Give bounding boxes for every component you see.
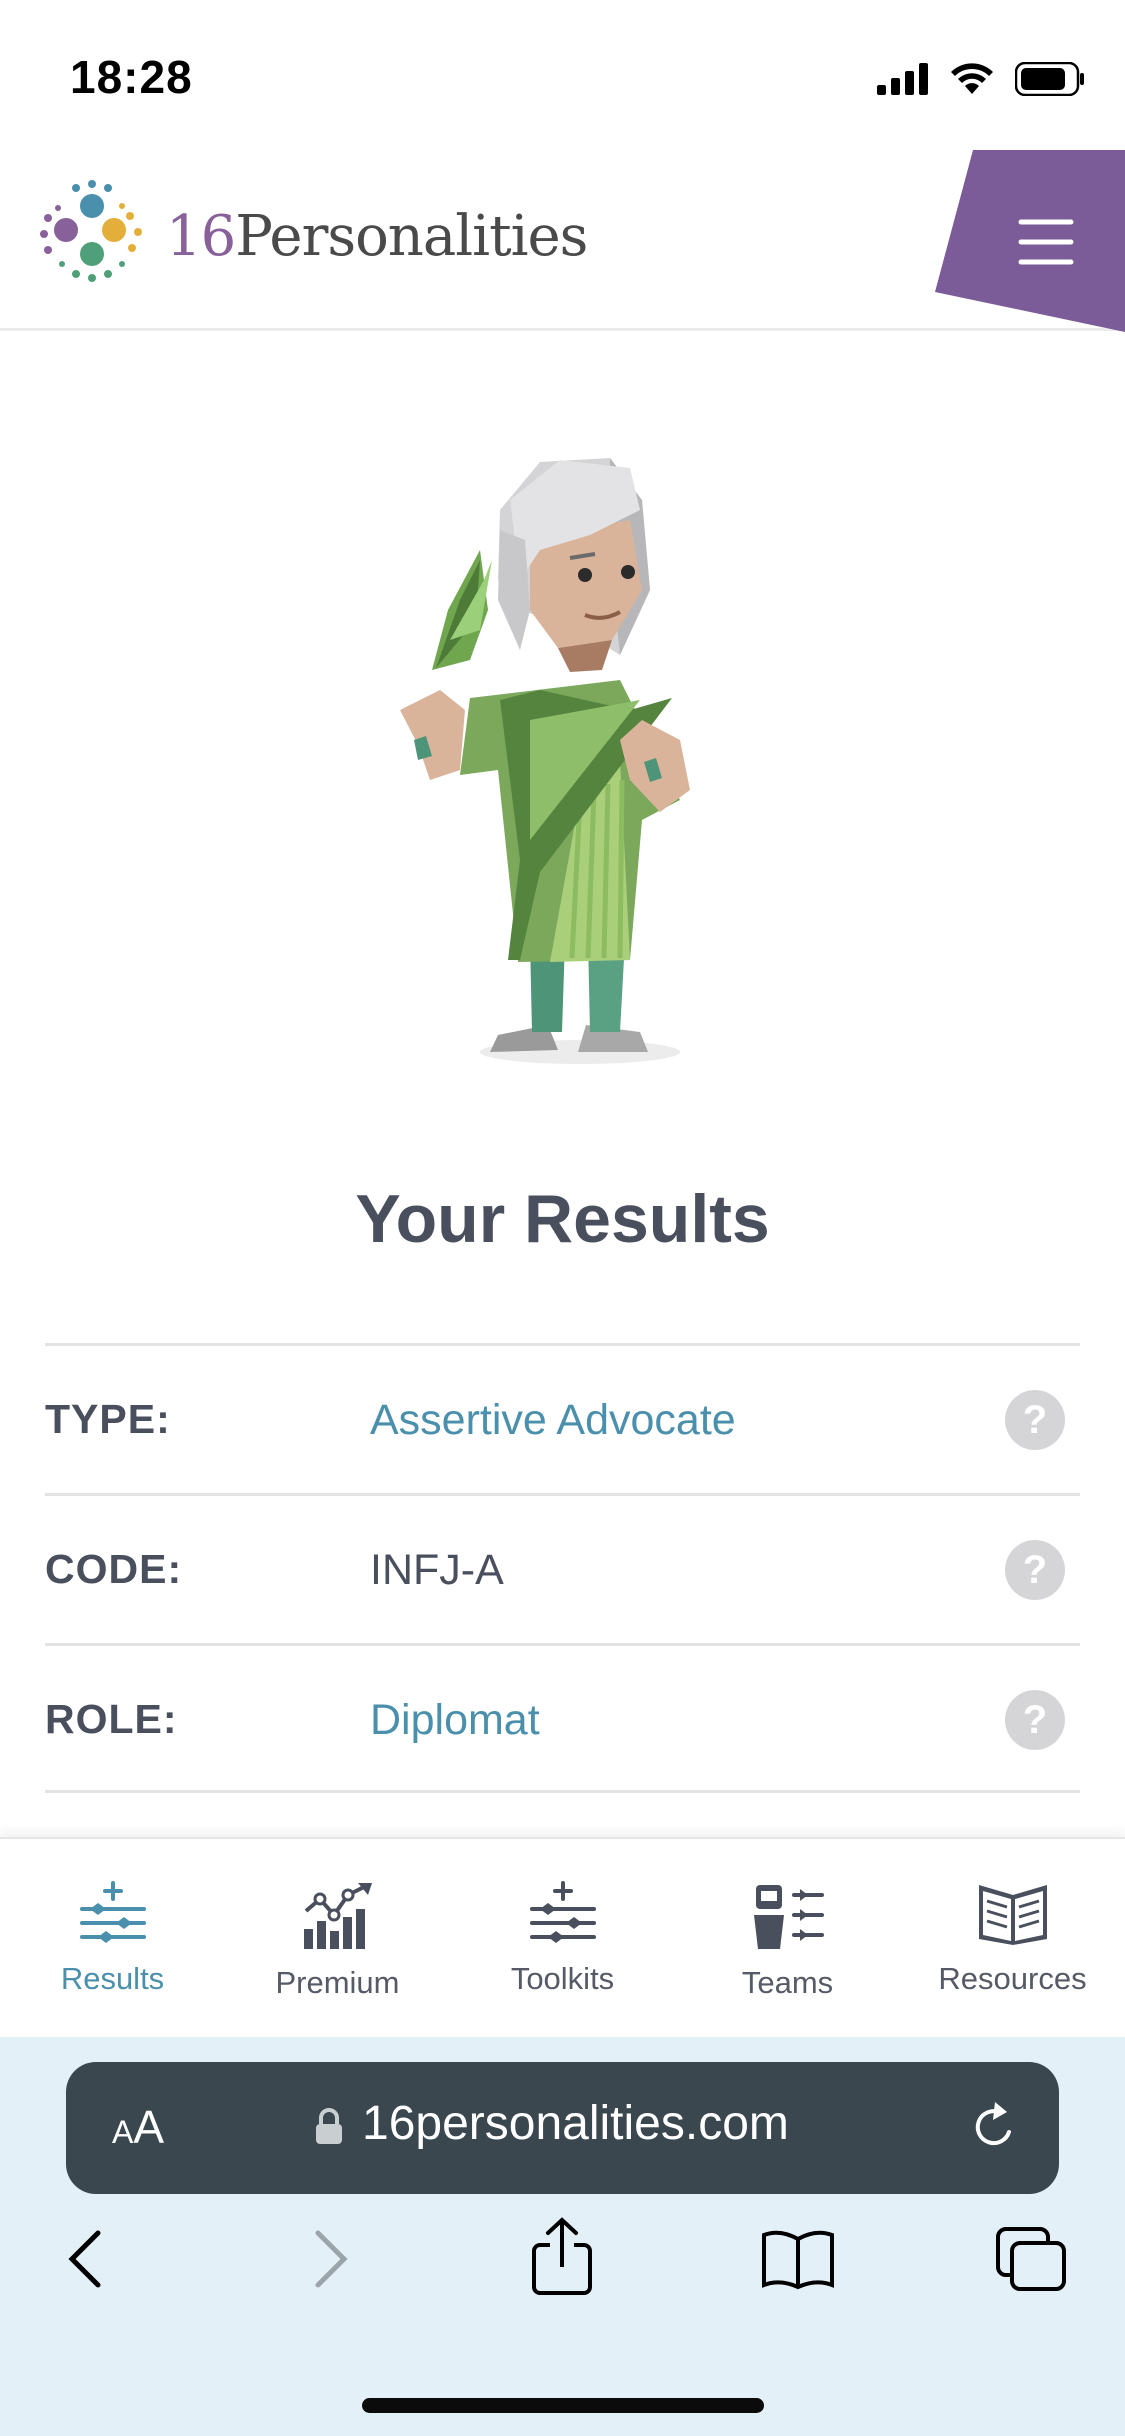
back-icon[interactable] xyxy=(64,2227,108,2291)
advocate-character-illustration xyxy=(400,458,690,1064)
results-table: TYPE: Assertive Advocate ? CODE: INFJ-A … xyxy=(45,1343,1080,1793)
status-bar: 18:28 xyxy=(0,0,1125,150)
sliders-plus-icon xyxy=(79,1881,146,1943)
menu-button[interactable] xyxy=(935,150,1125,332)
help-icon[interactable]: ? xyxy=(1005,1390,1065,1450)
site-header: 16Personalities xyxy=(0,150,1125,332)
wifi-icon xyxy=(951,63,993,94)
chart-icon xyxy=(303,1883,372,1949)
nav-toolkits[interactable]: Toolkits xyxy=(450,1839,675,2039)
page-title: Your Results xyxy=(355,1181,770,1257)
nav-results[interactable]: Results xyxy=(0,1839,225,2039)
nav-teams-label: Teams xyxy=(741,1965,834,2000)
type-label: TYPE: xyxy=(45,1396,171,1442)
forward-icon[interactable] xyxy=(308,2227,352,2291)
nav-premium-label: Premium xyxy=(275,1965,400,2000)
result-row-code: CODE: INFJ-A ? xyxy=(45,1493,1080,1643)
team-icon xyxy=(753,1885,824,1949)
nav-premium[interactable]: Premium xyxy=(225,1839,450,2039)
sliders-plus-icon xyxy=(529,1881,596,1943)
result-row-type: TYPE: Assertive Advocate ? xyxy=(45,1343,1080,1493)
nav-toolkits-label: Toolkits xyxy=(510,1961,615,1996)
nav-resources[interactable]: Resources xyxy=(900,1839,1125,2039)
nav-results-label: Results xyxy=(60,1961,165,1996)
result-row-role: ROLE: Diplomat ? xyxy=(45,1643,1080,1793)
reload-icon[interactable] xyxy=(969,2100,1019,2154)
share-icon[interactable] xyxy=(530,2217,594,2297)
status-time: 18:28 xyxy=(70,51,193,103)
status-icons xyxy=(877,62,1085,96)
bookmarks-icon[interactable] xyxy=(760,2227,836,2291)
nav-resources-label: Resources xyxy=(938,1961,1087,1996)
book-icon xyxy=(978,1885,1047,1945)
address-bar[interactable]: AA 16personalities.com xyxy=(66,2062,1059,2194)
code-value: INFJ-A xyxy=(370,1546,504,1594)
nav-teams[interactable]: Teams xyxy=(675,1839,900,2039)
help-icon[interactable]: ? xyxy=(1005,1540,1065,1600)
signal-icon xyxy=(877,63,928,95)
home-indicator xyxy=(362,2398,764,2413)
browser-chrome: AA 16personalities.com xyxy=(0,2037,1125,2436)
code-label: CODE: xyxy=(45,1546,183,1592)
logo-dots-icon xyxy=(40,180,142,282)
text-size-button[interactable]: AA xyxy=(112,2100,164,2154)
role-value-link[interactable]: Diplomat xyxy=(370,1696,540,1745)
type-value-link[interactable]: Assertive Advocate xyxy=(370,1396,736,1445)
help-icon[interactable]: ? xyxy=(1005,1690,1065,1750)
battery-icon xyxy=(1015,62,1084,96)
site-logo[interactable]: 16Personalities xyxy=(34,178,588,294)
lock-icon xyxy=(316,2108,342,2144)
browser-toolbar xyxy=(0,2217,1125,2317)
bottom-nav: Results Premium Toolkits Teams Resources xyxy=(0,1837,1125,2039)
url-text: 16personalities.com xyxy=(362,2097,789,2150)
tabs-icon[interactable] xyxy=(996,2227,1068,2293)
role-label: ROLE: xyxy=(45,1696,178,1742)
logo-text: 16Personalities xyxy=(166,203,588,269)
